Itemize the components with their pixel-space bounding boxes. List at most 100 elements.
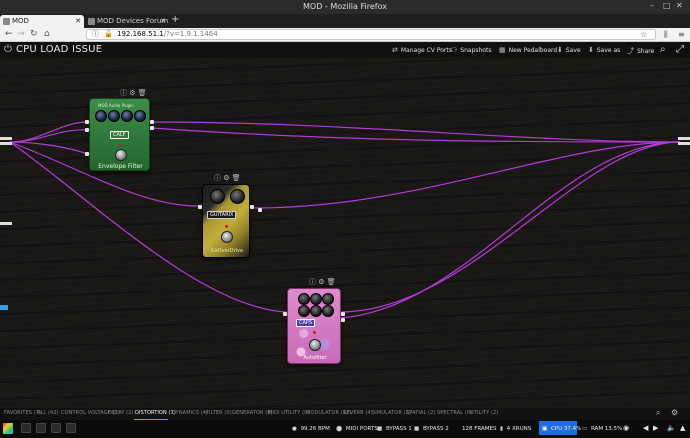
midi-input-jack[interactable] [0,305,8,310]
knob[interactable] [310,293,322,305]
delete-trash-icon[interactable]: 🗑 [327,278,336,286]
save-button[interactable]: ⬇ Save [557,46,581,54]
close-window-icon[interactable]: ✕ [676,1,683,10]
search-icon[interactable]: ⌕ [656,408,660,418]
settings-icon[interactable]: ⚙ [671,408,678,417]
cable[interactable] [254,141,681,209]
pedalboard-library-icon[interactable] [36,423,46,433]
category-tab[interactable]: MIDI UTILITY (0) [268,410,310,416]
alert-icon[interactable]: ▲ [680,424,685,432]
input-jack[interactable] [0,222,12,225]
settings-gear-icon[interactable]: ⚙ [318,278,324,286]
category-tab[interactable]: GENERATOR (0) [232,410,273,416]
guitarix-overdrive-pedal[interactable]: GUITARIX GxOverDrive [202,184,250,258]
input-port[interactable] [85,128,89,132]
knob[interactable] [298,305,310,317]
eye-icon[interactable]: ◉ [623,424,629,432]
bypass-footswitch[interactable] [221,231,233,243]
xruns-readout[interactable]: ▮ 4 XRUNS [500,426,531,432]
category-tab[interactable]: ALL (42) [37,410,59,416]
knob[interactable] [210,189,225,204]
output-port[interactable] [250,205,254,209]
knob[interactable] [322,305,334,317]
output-jack[interactable] [678,142,690,145]
forward-icon[interactable]: → [17,28,25,41]
preset-icon[interactable] [66,423,76,433]
knob[interactable] [230,189,245,204]
share-button[interactable]: ⤴ Share [627,46,654,56]
category-tab[interactable]: DYNAMICS (4) [172,410,208,416]
info-icon[interactable]: ⓘ [120,89,127,97]
knob[interactable] [95,110,107,122]
knob[interactable] [322,293,334,305]
cable[interactable] [9,121,89,143]
new-tab-icon[interactable]: + [171,14,179,25]
info-icon[interactable]: ⓘ [92,28,99,41]
knob[interactable] [134,110,146,122]
output-port[interactable] [150,120,154,124]
knob[interactable] [108,110,120,122]
input-jack[interactable] [0,137,12,140]
info-icon[interactable]: ⓘ [309,278,316,286]
cable[interactable] [151,121,681,143]
knob[interactable] [310,305,322,317]
output-port[interactable] [341,312,345,316]
category-tab[interactable]: SPECTRAL (0) [437,410,472,416]
next-icon[interactable]: ▶ [653,424,658,432]
tab-forum[interactable]: MOD Devices Forum - F ✕ [85,15,169,28]
speaker-icon[interactable]: 🔈 [667,424,676,432]
bypass-footswitch[interactable] [115,149,127,161]
menu-icon[interactable]: ≡ [678,28,685,41]
tab-mod[interactable]: MOD ✕ [0,15,84,28]
category-tab-distortion[interactable]: DISTORTION (7) [135,410,176,416]
settings-gear-icon[interactable]: ⚙ [129,89,135,97]
bank-library-icon[interactable] [51,423,61,433]
power-icon[interactable]: ⏻ [4,44,12,55]
output-port[interactable] [258,208,262,212]
bypass-footswitch[interactable] [309,339,321,351]
category-tab[interactable]: DELAY (2) [108,410,134,416]
reload-icon[interactable]: ↻ [30,28,38,41]
input-port[interactable] [85,120,89,124]
knob[interactable] [121,110,133,122]
bypass-1-button[interactable]: ■ BYPASS 1 [377,426,412,432]
category-tab[interactable]: FILTER (0) [206,410,232,416]
cable[interactable] [9,129,89,143]
delete-trash-icon[interactable]: 🗑 [138,89,147,97]
knob[interactable] [298,293,310,305]
midi-ports-button[interactable]: ⬤ MIDI PORTS [336,426,378,432]
output-port[interactable] [150,126,154,130]
zoom-icon[interactable]: ⌕ [660,44,666,55]
save-as-button[interactable]: ⬇ Save as [588,46,620,54]
settings-gear-icon[interactable]: ⚙ [223,174,229,182]
tempo-readout[interactable]: ● 99.26 BPM [292,426,330,432]
bookmark-star-icon[interactable]: ☆ [640,28,647,41]
cable[interactable] [151,127,681,143]
library-icon[interactable]: ⫼ [664,28,668,41]
calf-envelope-filter-pedal[interactable]: MOD Audio Plugin CALF Envelope Filter [89,98,150,171]
input-jack[interactable] [0,142,12,145]
maximize-icon[interactable]: □ [663,1,671,10]
cable[interactable] [9,141,89,155]
home-icon[interactable]: ⌂ [44,28,50,41]
minimize-icon[interactable]: – [650,1,654,10]
previous-icon[interactable]: ◀ [643,424,648,432]
info-icon[interactable]: ⓘ [214,174,221,182]
category-tab[interactable]: UTILITY (2) [470,410,498,416]
manage-cv-ports-button[interactable]: ⇄ Manage CV Ports [392,46,452,54]
close-tab-icon[interactable]: ✕ [75,15,81,28]
input-port[interactable] [85,152,89,156]
buffer-frames-readout[interactable]: 128 FRAMES [462,426,496,432]
category-tab[interactable]: REVERB (4) [343,410,373,416]
fullscreen-icon[interactable]: ⤢ [676,44,684,55]
input-port[interactable] [198,205,202,209]
cable[interactable] [339,141,681,313]
delete-trash-icon[interactable]: 🗑 [232,174,241,182]
file-manager-icon[interactable] [21,423,31,433]
new-pedalboard-button[interactable]: ▦ New Pedalboard [499,46,557,54]
insecure-lock-icon[interactable]: 🔓 [104,28,113,41]
bypass-2-button[interactable]: ■ BYPASS 2 [414,426,449,432]
category-tab[interactable]: FAVORITES (7) [4,410,41,416]
close-tab-icon[interactable]: ✕ [160,15,166,28]
back-icon[interactable]: ← [5,28,13,41]
